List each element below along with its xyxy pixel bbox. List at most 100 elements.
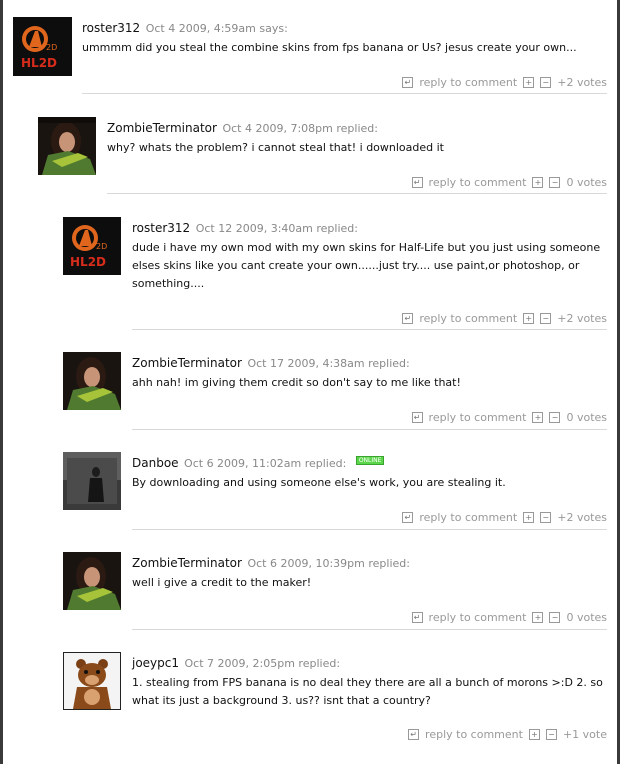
comment-actions: ↵ reply to comment + − +2 votes: [402, 312, 607, 325]
comment-verb: replied:: [368, 357, 410, 370]
reply-icon[interactable]: ↵: [402, 313, 414, 324]
vote-count: +2 votes: [557, 511, 607, 524]
comment-actions: ↵ reply to comment + − +2 votes: [402, 511, 607, 524]
comment-meta: roster312 Oct 4 2009, 4:59am says:: [82, 21, 607, 36]
author-name[interactable]: joeypc1: [132, 656, 179, 670]
reply-icon[interactable]: ↵: [411, 177, 423, 188]
bear-mascot-icon: [64, 653, 120, 709]
divider: [82, 93, 607, 94]
comment-meta: Danboe Oct 6 2009, 11:02am replied: ONLI…: [132, 456, 607, 471]
comment-date: Oct 6 2009, 11:02am: [184, 457, 302, 470]
user-avatar[interactable]: 2D HL2D: [63, 217, 121, 275]
comment-date: Oct 7 2009, 2:05pm: [184, 657, 295, 670]
plus-icon[interactable]: +: [532, 612, 544, 623]
comment-text: ahh nah! im giving them credit so don't …: [132, 376, 461, 389]
user-avatar[interactable]: [63, 552, 121, 610]
user-avatar[interactable]: [63, 652, 121, 710]
comment-verb: says:: [259, 22, 288, 35]
hl2d-logo-icon: 2D HL2D: [63, 217, 121, 275]
window-frame-left: [0, 0, 3, 764]
vote-count: +2 votes: [557, 312, 607, 325]
plus-icon[interactable]: +: [523, 77, 535, 88]
comment-date: Oct 4 2009, 7:08pm: [222, 122, 333, 135]
comment-meta: joeypc1 Oct 7 2009, 2:05pm replied:: [132, 656, 607, 671]
plus-icon[interactable]: +: [532, 412, 544, 423]
plus-icon[interactable]: +: [523, 313, 535, 324]
comment: 2D HL2D roster312 Oct 12 2009, 3:40am re…: [63, 217, 607, 330]
comment: ZombieTerminator Oct 4 2009, 7:08pm repl…: [38, 117, 607, 195]
reply-link[interactable]: reply to comment: [419, 511, 517, 524]
comment-date: Oct 17 2009, 4:38am: [247, 357, 365, 370]
user-avatar[interactable]: [63, 452, 121, 510]
user-avatar[interactable]: [38, 117, 96, 175]
author-name[interactable]: Danboe: [132, 456, 179, 470]
comment-text: why? whats the problem? i cannot steal t…: [107, 141, 444, 154]
minus-icon[interactable]: −: [540, 313, 552, 324]
comment-actions: ↵ reply to comment + − 0 votes: [411, 176, 607, 189]
comment: Danboe Oct 6 2009, 11:02am replied: ONLI…: [63, 452, 607, 530]
user-avatar[interactable]: 2D HL2D: [13, 17, 72, 76]
comment: ZombieTerminator Oct 17 2009, 4:38am rep…: [63, 352, 607, 430]
author-name[interactable]: roster312: [132, 221, 190, 235]
comment-actions: ↵ reply to comment + − +1 vote: [408, 728, 607, 741]
woman-portrait-icon: [63, 552, 121, 610]
hl2d-logo-icon: 2D HL2D: [13, 17, 72, 76]
author-name[interactable]: ZombieTerminator: [132, 556, 242, 570]
reply-link[interactable]: reply to comment: [429, 611, 527, 624]
minus-icon[interactable]: −: [540, 512, 552, 523]
comment-meta: ZombieTerminator Oct 6 2009, 10:39pm rep…: [132, 556, 607, 571]
divider: [132, 529, 607, 530]
reply-link[interactable]: reply to comment: [425, 728, 523, 741]
reply-link[interactable]: reply to comment: [419, 312, 517, 325]
minus-icon[interactable]: −: [545, 729, 557, 740]
user-avatar[interactable]: [63, 352, 121, 410]
reply-icon[interactable]: ↵: [411, 612, 423, 623]
woman-portrait-icon: [63, 352, 121, 410]
reply-link[interactable]: reply to comment: [429, 411, 527, 424]
plus-icon[interactable]: +: [532, 177, 544, 188]
comment-date: Oct 4 2009, 4:59am: [145, 22, 256, 35]
vote-count: +1 vote: [562, 728, 607, 741]
comment: 2D HL2D roster312 Oct 4 2009, 4:59am say…: [13, 17, 607, 95]
comment-date: Oct 12 2009, 3:40am: [195, 222, 313, 235]
minus-icon[interactable]: −: [549, 612, 561, 623]
author-name[interactable]: ZombieTerminator: [132, 356, 242, 370]
divider: [132, 429, 607, 430]
vote-count: +2 votes: [557, 76, 607, 89]
reply-link[interactable]: reply to comment: [419, 76, 517, 89]
vote-count: 0 votes: [566, 611, 607, 624]
minus-icon[interactable]: −: [549, 177, 561, 188]
svg-text:2D: 2D: [46, 43, 57, 52]
reply-icon[interactable]: ↵: [402, 512, 414, 523]
comment-verb: replied:: [336, 122, 378, 135]
reply-icon[interactable]: ↵: [402, 77, 414, 88]
comment-text: well i give a credit to the maker!: [132, 576, 312, 589]
reply-link[interactable]: reply to comment: [429, 176, 527, 189]
plus-icon[interactable]: +: [523, 512, 535, 523]
comment: ZombieTerminator Oct 6 2009, 10:39pm rep…: [63, 552, 607, 630]
comment-text: 1. stealing from FPS banana is no deal t…: [132, 676, 603, 707]
online-badge: ONLINE: [355, 456, 385, 465]
author-name[interactable]: roster312: [82, 21, 140, 35]
vote-count: 0 votes: [566, 176, 607, 189]
comment-text: ummmm did you steal the combine skins fr…: [82, 41, 577, 54]
svg-text:HL2D: HL2D: [21, 56, 57, 70]
comment-text: dude i have my own mod with my own skins…: [132, 241, 601, 290]
comment-actions: ↵ reply to comment + − 0 votes: [411, 411, 607, 424]
comment-meta: ZombieTerminator Oct 17 2009, 4:38am rep…: [132, 356, 607, 371]
author-name[interactable]: ZombieTerminator: [107, 121, 217, 135]
comment-verb: replied:: [304, 457, 347, 470]
dark-figure-icon: [63, 452, 121, 510]
comment-meta: roster312 Oct 12 2009, 3:40am replied:: [132, 221, 607, 236]
comment-meta: ZombieTerminator Oct 4 2009, 7:08pm repl…: [107, 121, 607, 136]
comment-text: By downloading and using someone else's …: [132, 476, 506, 489]
comment-verb: replied:: [298, 657, 341, 670]
minus-icon[interactable]: −: [549, 412, 561, 423]
comment: joeypc1 Oct 7 2009, 2:05pm replied: 1. s…: [63, 652, 607, 748]
comment-actions: ↵ reply to comment + − +2 votes: [402, 76, 607, 89]
minus-icon[interactable]: −: [540, 77, 552, 88]
reply-icon[interactable]: ↵: [411, 412, 423, 423]
reply-icon[interactable]: ↵: [408, 729, 420, 740]
plus-icon[interactable]: +: [528, 729, 540, 740]
divider: [107, 193, 607, 194]
